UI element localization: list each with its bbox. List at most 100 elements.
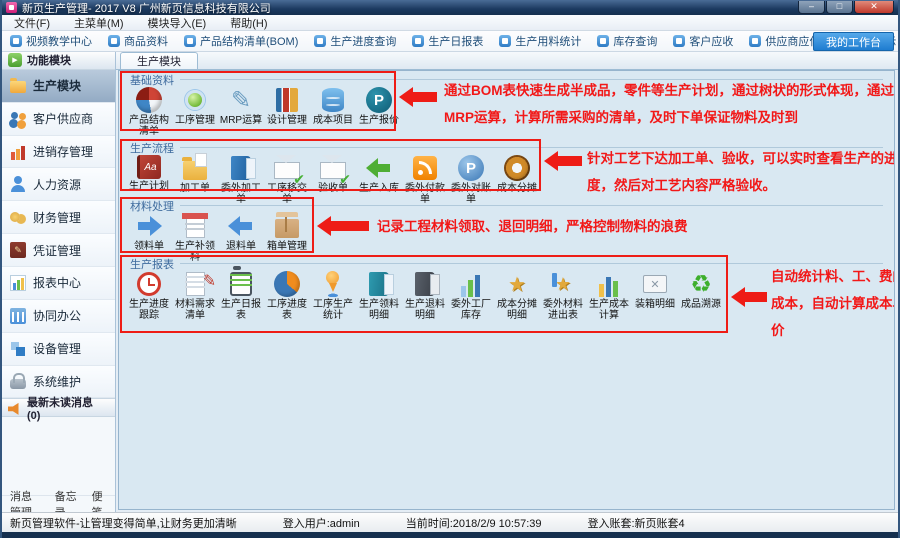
toolbar-receivable[interactable]: 客户应收 bbox=[673, 33, 733, 49]
report-progress-track[interactable]: 生产进度跟踪 bbox=[126, 271, 172, 321]
tab-production-module[interactable]: 生产模块 bbox=[120, 52, 198, 69]
toolbar-bom[interactable]: 产品结构清单(BOM) bbox=[184, 33, 298, 49]
bom-icon bbox=[184, 35, 196, 47]
module-outsource-order[interactable]: 委外加工单 bbox=[218, 155, 264, 205]
report-return-detail[interactable]: 生产退料明细 bbox=[402, 271, 448, 321]
title-bar: 新页生产管理- 2017 V8 广州新页信息科技有限公司 – □ ✕ bbox=[2, 0, 898, 15]
module-label: 材料需求清单 bbox=[172, 299, 218, 321]
p-circle-icon bbox=[458, 155, 484, 181]
menu-module-import[interactable]: 模块导入(E) bbox=[136, 15, 219, 30]
my-workbench-button[interactable]: 我的工作台 bbox=[813, 32, 894, 51]
material-stats-icon bbox=[499, 35, 511, 47]
sidebar-item-label: 凭证管理 bbox=[33, 242, 81, 259]
toolbar-goods[interactable]: 商品资料 bbox=[108, 33, 168, 49]
report-outsource-material-io[interactable]: 委外材料进出表 bbox=[540, 271, 586, 321]
module-label: 退料单 bbox=[226, 241, 256, 252]
report-outsource-stock[interactable]: 委外工厂库存 bbox=[448, 271, 494, 321]
module-outsource-payment[interactable]: 委外付款单 bbox=[402, 155, 448, 205]
sidebar-item-equipment[interactable]: 设备管理 bbox=[2, 333, 115, 366]
gold-medal-icon bbox=[504, 271, 530, 297]
daily-report-icon bbox=[412, 35, 424, 47]
report-process-stats[interactable]: 工序生产统计 bbox=[310, 271, 356, 321]
report-material-demand[interactable]: 材料需求清单 bbox=[172, 271, 218, 321]
report-process-progress[interactable]: 工序进度表 bbox=[264, 271, 310, 321]
donut-icon bbox=[504, 155, 530, 181]
status-slogan: 新页管理软件-让管理变得简单,让财务更加清晰 bbox=[10, 515, 237, 531]
toolbar-payable[interactable]: 供应商应付 bbox=[749, 33, 820, 49]
toolbar-label: 生产日报表 bbox=[428, 33, 483, 49]
toolbar-inventory-query[interactable]: 库存查询 bbox=[597, 33, 657, 49]
close-button[interactable]: ✕ bbox=[854, 1, 894, 14]
report-product-trace[interactable]: 成品溯源 bbox=[678, 271, 724, 321]
hand-bar-icon bbox=[550, 271, 576, 297]
progress-query-icon bbox=[314, 35, 326, 47]
module-production-quote[interactable]: 生产报价 bbox=[356, 87, 402, 137]
annotation-text-basic: 通过BOM表快速生成半成品，零件等生产计划，通过树状的形式体现，通过MRP运算，… bbox=[444, 77, 895, 131]
menu-main[interactable]: 主菜单(M) bbox=[62, 15, 136, 30]
main-content: 生产模块 基础资料 产品结构清单 工序管理 MRP运算 设计管理 成本项目 生产… bbox=[116, 52, 898, 512]
module-label: 成本分摊 bbox=[497, 183, 537, 194]
menu-file[interactable]: 文件(F) bbox=[2, 15, 62, 30]
module-packing-manage[interactable]: 箱单管理 bbox=[264, 213, 310, 263]
receivable-icon bbox=[673, 35, 685, 47]
module-label: 生产入库 bbox=[359, 183, 399, 194]
module-mrp[interactable]: MRP运算 bbox=[218, 87, 264, 137]
mail-check-icon bbox=[274, 162, 300, 179]
speaker-icon bbox=[8, 403, 22, 415]
status-account: 登入账套:新页账套4 bbox=[588, 515, 685, 531]
bar-chart-icon bbox=[458, 271, 484, 297]
report-cost-allocation-detail[interactable]: 成本分摊明细 bbox=[494, 271, 540, 321]
toolbar-material-stats[interactable]: 生产用料统计 bbox=[499, 33, 581, 49]
sidebar-item-office[interactable]: 协同办公 bbox=[2, 300, 115, 333]
module-cost-allocation[interactable]: 成本分摊 bbox=[494, 155, 540, 205]
books-icon bbox=[276, 88, 298, 112]
report-daily[interactable]: 生产日报表 bbox=[218, 271, 264, 321]
recycle-icon bbox=[688, 271, 714, 297]
unread-messages-bar[interactable]: 最新未读消息 (0) bbox=[2, 398, 115, 417]
status-user: 登入用户:admin bbox=[283, 515, 360, 531]
module-production-inbound[interactable]: 生产入库 bbox=[356, 155, 402, 205]
sidebar-item-reports[interactable]: 报表中心 bbox=[2, 267, 115, 300]
app-window: 新页生产管理- 2017 V8 广州新页信息科技有限公司 – □ ✕ 文件(F)… bbox=[0, 0, 900, 538]
module-material-return[interactable]: 退料单 bbox=[218, 213, 264, 263]
coins-icon bbox=[10, 209, 26, 225]
sidebar-item-hr[interactable]: 人力资源 bbox=[2, 168, 115, 201]
menu-help[interactable]: 帮助(H) bbox=[218, 15, 279, 30]
sidebar-header-label: 功能模块 bbox=[27, 52, 71, 68]
module-design-manage[interactable]: 设计管理 bbox=[264, 87, 310, 137]
play-icon bbox=[8, 53, 22, 67]
toolbar-video-center[interactable]: 视频教学中心 bbox=[10, 33, 92, 49]
toolbar-label: 生产用料统计 bbox=[515, 33, 581, 49]
content-panel: 基础资料 产品结构清单 工序管理 MRP运算 设计管理 成本项目 生产报价 生产… bbox=[118, 70, 895, 510]
report-packing-detail[interactable]: 装箱明细 bbox=[632, 271, 678, 321]
sidebar-item-production[interactable]: 生产模块 bbox=[2, 70, 115, 103]
module-label: 生产日报表 bbox=[218, 299, 264, 321]
module-bom-structure[interactable]: 产品结构清单 bbox=[126, 87, 172, 137]
maximize-button[interactable]: □ bbox=[826, 1, 853, 14]
report-chart-icon bbox=[10, 275, 26, 291]
module-supplementary-requisition[interactable]: 生产补领料 bbox=[172, 213, 218, 263]
box-icon bbox=[275, 219, 299, 238]
module-outsource-statement[interactable]: 委外对账单 bbox=[448, 155, 494, 205]
sidebar-item-inventory[interactable]: 进销存管理 bbox=[2, 136, 115, 169]
module-label: 成本分摊明细 bbox=[494, 299, 540, 321]
sidebar-item-customers[interactable]: 客户供应商 bbox=[2, 103, 115, 136]
sidebar-item-label: 财务管理 bbox=[33, 209, 81, 226]
report-requisition-detail[interactable]: 生产领料明细 bbox=[356, 271, 402, 321]
toolbar-label: 库存查询 bbox=[613, 33, 657, 49]
toolbar-daily-report[interactable]: 生产日报表 bbox=[412, 33, 483, 49]
toolbar-progress-query[interactable]: 生产进度查询 bbox=[314, 33, 396, 49]
group-caption: 材料处理 bbox=[122, 199, 891, 212]
minimize-button[interactable]: – bbox=[798, 1, 825, 14]
dark-book-icon bbox=[415, 272, 435, 296]
sidebar-item-finance[interactable]: 财务管理 bbox=[2, 201, 115, 234]
sidebar-item-voucher[interactable]: 凭证管理 bbox=[2, 234, 115, 267]
module-work-order[interactable]: 加工单 bbox=[172, 155, 218, 205]
card-icon bbox=[186, 214, 205, 238]
module-process-transfer[interactable]: 工序移交单 bbox=[264, 155, 310, 205]
module-acceptance[interactable]: 验收单 bbox=[310, 155, 356, 205]
page-pencil-icon bbox=[186, 272, 205, 296]
module-cost-item[interactable]: 成本项目 bbox=[310, 87, 356, 137]
report-cost-calc[interactable]: 生产成本计算 bbox=[586, 271, 632, 321]
module-process-manage[interactable]: 工序管理 bbox=[172, 87, 218, 137]
